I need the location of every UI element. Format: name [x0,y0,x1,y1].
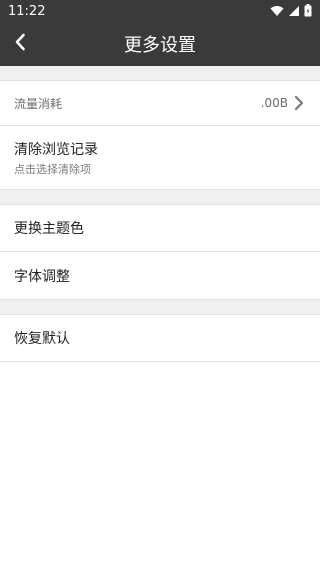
battery-icon [304,2,312,21]
status-icons [270,2,312,21]
page-title: 更多设置 [124,35,196,56]
app-bar: 更多设置 [0,22,320,66]
clear-history-text: 清除浏览记录 点击选择清除项 [14,139,98,177]
theme-color-label: 更换主题色 [14,221,84,237]
back-arrow-icon [14,33,26,55]
wifi-icon [270,2,284,21]
traffic-usage-label: 流量消耗 [14,96,63,111]
traffic-usage-row[interactable]: 流量消耗 .00B [0,80,320,126]
traffic-usage-value: .00B [260,96,288,110]
status-time: 11:22 [8,3,46,19]
font-adjust-row[interactable]: 字体调整 [0,252,320,300]
theme-color-row[interactable]: 更换主题色 [0,204,320,252]
restore-default-label: 恢复默认 [14,331,70,347]
font-adjust-label: 字体调整 [14,268,70,285]
clear-history-subtitle: 点击选择清除项 [14,162,91,176]
back-button[interactable] [6,30,34,58]
section-gap [0,190,320,204]
section-gap [0,300,320,314]
settings-list: 流量消耗 .00B 清除浏览记录 点击选择清除项 更换主题色 字体调整 恢复默认 [0,66,320,568]
clear-history-row[interactable]: 清除浏览记录 点击选择清除项 [0,126,320,190]
restore-default-row[interactable]: 恢复默认 [0,314,320,362]
status-bar: 11:22 [0,0,320,22]
section-gap [0,66,320,80]
chevron-right-icon [294,94,306,112]
clear-history-label: 清除浏览记录 [14,141,98,158]
signal-icon [288,2,300,21]
